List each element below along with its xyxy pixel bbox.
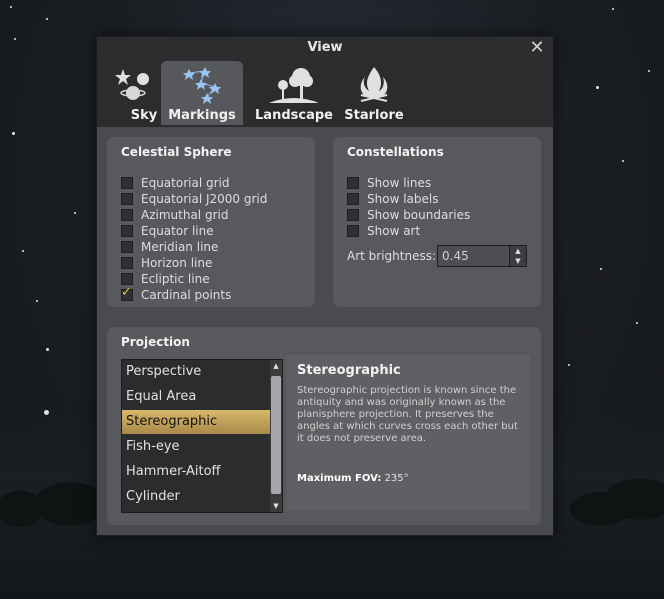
tab-markings[interactable]: Markings [161, 61, 243, 125]
checkbox-label: Horizon line [141, 256, 213, 270]
show-boundaries-checkbox[interactable]: Show boundaries [347, 207, 470, 223]
list-item[interactable]: Equal Area [122, 385, 272, 409]
azimuthal-grid-checkbox[interactable]: Azimuthal grid [121, 207, 228, 223]
equator-line-checkbox[interactable]: Equator line [121, 223, 214, 239]
list-item[interactable]: Hammer-Aitoff [122, 460, 272, 484]
show-lines-checkbox[interactable]: Show lines [347, 175, 431, 191]
checkbox-label: Show lines [367, 176, 432, 190]
checkbox-box[interactable] [347, 192, 359, 205]
checkbox-box-checked[interactable] [121, 285, 133, 301]
tab-content-markings: Celestial Sphere Equatorial grid Equator… [97, 127, 553, 535]
landscape-icon [269, 68, 319, 103]
starlore-icon [360, 67, 388, 102]
checkbox-box[interactable] [121, 224, 133, 237]
projection-title: Projection [121, 335, 190, 349]
list-item[interactable]: Fish-eye [122, 435, 272, 459]
list-item[interactable]: Perspective [122, 360, 272, 384]
checkbox-box[interactable] [121, 208, 133, 221]
view-dialog: View ✕ Sky Markings Landscape Starlore C… [96, 36, 554, 536]
max-fov-label: Maximum FOV: [297, 473, 382, 484]
scroll-thumb[interactable] [271, 376, 281, 494]
show-labels-checkbox[interactable]: Show labels [347, 191, 438, 207]
checkbox-label: Ecliptic line [141, 272, 210, 286]
checkbox-label: Azimuthal grid [141, 208, 229, 222]
checkbox-label: Equatorial J2000 grid [141, 192, 268, 206]
max-fov-value: 235° [384, 473, 409, 484]
checkbox-box[interactable] [121, 176, 133, 189]
checkbox-box[interactable] [121, 240, 133, 253]
checkbox-label: Cardinal points [141, 288, 232, 302]
checkbox-label: Show art [367, 224, 421, 238]
description-body: Stereographic projection is known since … [297, 385, 518, 444]
checkbox-box[interactable] [121, 256, 133, 269]
checkbox-box[interactable] [121, 192, 133, 205]
projection-list[interactable]: Perspective Equal Area Stereographic Fis… [121, 359, 283, 513]
spin-arrows[interactable]: ▲ ▼ [509, 246, 526, 266]
spin-up-icon[interactable]: ▲ [510, 246, 526, 256]
tab-landscape[interactable]: Landscape [249, 61, 339, 125]
projection-scrollbar[interactable]: ▲ ▼ [270, 360, 282, 512]
tab-markings-label: Markings [168, 108, 236, 123]
max-fov: Maximum FOV: 235° [297, 473, 409, 484]
art-brightness-label: Art brightness: [347, 249, 437, 263]
meridian-line-checkbox[interactable]: Meridian line [121, 239, 218, 255]
checkbox-label: Meridian line [141, 240, 219, 254]
close-icon[interactable]: ✕ [527, 38, 547, 58]
show-art-checkbox[interactable]: Show art [347, 223, 420, 239]
list-item-selected[interactable]: Stereographic [122, 410, 272, 434]
constellations-group: Constellations Show lines Show labels Sh… [333, 137, 541, 307]
ecliptic-line-checkbox[interactable]: Ecliptic line [121, 271, 210, 287]
title-bar[interactable]: View ✕ [97, 37, 553, 59]
constellations-title: Constellations [347, 145, 444, 159]
celestial-sphere-group: Celestial Sphere Equatorial grid Equator… [107, 137, 315, 307]
tab-landscape-label: Landscape [255, 108, 333, 123]
equatorial-j2000-grid-checkbox[interactable]: Equatorial J2000 grid [121, 191, 267, 207]
horizon-line-checkbox[interactable]: Horizon line [121, 255, 212, 271]
celestial-sphere-title: Celestial Sphere [121, 145, 232, 159]
art-brightness-spinbox[interactable]: 0.45 ▲ ▼ [437, 245, 527, 267]
checkbox-label: Show boundaries [367, 208, 471, 222]
tab-starlore-label: Starlore [344, 108, 404, 123]
checkbox-label: Show labels [367, 192, 439, 206]
cardinal-points-checkbox[interactable]: Cardinal points [121, 285, 232, 303]
projection-description: Stereographic Stereographic projection i… [287, 355, 530, 511]
checkbox-label: Equatorial grid [141, 176, 230, 190]
equatorial-grid-checkbox[interactable]: Equatorial grid [121, 175, 229, 191]
checkbox-box[interactable] [347, 208, 359, 221]
scroll-up-icon[interactable]: ▲ [270, 360, 282, 372]
spin-down-icon[interactable]: ▼ [510, 256, 526, 266]
tab-starlore[interactable]: Starlore [339, 61, 409, 125]
checkbox-box[interactable] [347, 176, 359, 189]
markings-icon [183, 67, 221, 104]
description-title: Stereographic [297, 363, 401, 378]
window-title: View [307, 40, 343, 55]
list-item[interactable]: Cylinder [122, 485, 272, 509]
projection-group: Projection Perspective Equal Area Stereo… [107, 327, 541, 525]
art-brightness-value[interactable]: 0.45 [442, 249, 469, 263]
tab-bar: Sky Markings Landscape Starlore [97, 59, 553, 127]
scroll-down-icon[interactable]: ▼ [270, 500, 282, 512]
checkbox-label: Equator line [141, 224, 214, 238]
checkbox-box[interactable] [347, 224, 359, 237]
checkbox-box[interactable] [121, 272, 133, 285]
